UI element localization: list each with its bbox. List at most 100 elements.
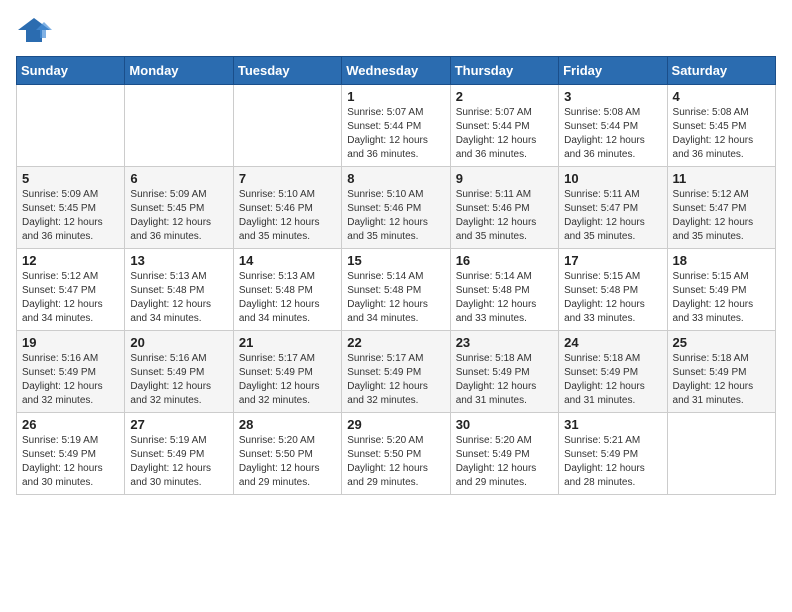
calendar-cell	[233, 85, 341, 167]
day-number: 12	[22, 253, 119, 268]
day-info: Sunrise: 5:12 AM Sunset: 5:47 PM Dayligh…	[673, 188, 770, 244]
day-info: Sunrise: 5:11 AM Sunset: 5:46 PM Dayligh…	[456, 188, 553, 244]
day-number: 28	[239, 417, 336, 432]
day-info: Sunrise: 5:17 AM Sunset: 5:49 PM Dayligh…	[347, 352, 444, 408]
day-number: 31	[564, 417, 661, 432]
day-info: Sunrise: 5:08 AM Sunset: 5:45 PM Dayligh…	[673, 106, 770, 162]
day-info: Sunrise: 5:18 AM Sunset: 5:49 PM Dayligh…	[673, 352, 770, 408]
day-info: Sunrise: 5:09 AM Sunset: 5:45 PM Dayligh…	[22, 188, 119, 244]
calendar-cell: 1 Sunrise: 5:07 AM Sunset: 5:44 PM Daylig…	[342, 85, 450, 167]
day-info: Sunrise: 5:20 AM Sunset: 5:50 PM Dayligh…	[347, 434, 444, 490]
day-number: 13	[130, 253, 227, 268]
day-number: 15	[347, 253, 444, 268]
page-header	[16, 16, 776, 44]
day-number: 4	[673, 89, 770, 104]
day-number: 11	[673, 171, 770, 186]
calendar-cell: 19 Sunrise: 5:16 AM Sunset: 5:49 PM Dayli…	[17, 331, 125, 413]
calendar-cell: 30Sunrise: 5:20 AM Sunset: 5:49 PM Dayli…	[450, 413, 558, 495]
weekday-header-row: SundayMondayTuesdayWednesdayThursdayFrid…	[17, 57, 776, 85]
day-number: 24	[564, 335, 661, 350]
day-info: Sunrise: 5:07 AM Sunset: 5:44 PM Dayligh…	[347, 106, 444, 162]
weekday-header-saturday: Saturday	[667, 57, 775, 85]
day-info: Sunrise: 5:10 AM Sunset: 5:46 PM Dayligh…	[347, 188, 444, 244]
calendar-cell: 8 Sunrise: 5:10 AM Sunset: 5:46 PM Daylig…	[342, 167, 450, 249]
day-info: Sunrise: 5:18 AM Sunset: 5:49 PM Dayligh…	[564, 352, 661, 408]
calendar-cell	[125, 85, 233, 167]
weekday-header-wednesday: Wednesday	[342, 57, 450, 85]
weekday-header-thursday: Thursday	[450, 57, 558, 85]
calendar-cell	[17, 85, 125, 167]
day-info: Sunrise: 5:08 AM Sunset: 5:44 PM Dayligh…	[564, 106, 661, 162]
day-info: Sunrise: 5:15 AM Sunset: 5:49 PM Dayligh…	[673, 270, 770, 326]
day-info: Sunrise: 5:15 AM Sunset: 5:48 PM Dayligh…	[564, 270, 661, 326]
calendar-cell	[667, 413, 775, 495]
day-number: 17	[564, 253, 661, 268]
day-info: Sunrise: 5:13 AM Sunset: 5:48 PM Dayligh…	[239, 270, 336, 326]
day-info: Sunrise: 5:12 AM Sunset: 5:47 PM Dayligh…	[22, 270, 119, 326]
day-info: Sunrise: 5:20 AM Sunset: 5:49 PM Dayligh…	[456, 434, 553, 490]
weekday-header-monday: Monday	[125, 57, 233, 85]
day-number: 27	[130, 417, 227, 432]
day-number: 8	[347, 171, 444, 186]
day-number: 19	[22, 335, 119, 350]
calendar-week-row: 12 Sunrise: 5:12 AM Sunset: 5:47 PM Dayli…	[17, 249, 776, 331]
calendar-cell: 22 Sunrise: 5:17 AM Sunset: 5:49 PM Dayli…	[342, 331, 450, 413]
calendar-cell: 18 Sunrise: 5:15 AM Sunset: 5:49 PM Dayli…	[667, 249, 775, 331]
calendar-cell: 26 Sunrise: 5:19 AM Sunset: 5:49 PM Dayli…	[17, 413, 125, 495]
day-number: 29	[347, 417, 444, 432]
logo	[16, 16, 56, 44]
day-info: Sunrise: 5:07 AM Sunset: 5:44 PM Dayligh…	[456, 106, 553, 162]
calendar-cell: 13 Sunrise: 5:13 AM Sunset: 5:48 PM Dayli…	[125, 249, 233, 331]
calendar-cell: 21 Sunrise: 5:17 AM Sunset: 5:49 PM Dayli…	[233, 331, 341, 413]
logo-icon	[16, 16, 52, 44]
calendar-week-row: 5 Sunrise: 5:09 AM Sunset: 5:45 PM Daylig…	[17, 167, 776, 249]
day-info: Sunrise: 5:13 AM Sunset: 5:48 PM Dayligh…	[130, 270, 227, 326]
calendar-cell: 4 Sunrise: 5:08 AM Sunset: 5:45 PM Daylig…	[667, 85, 775, 167]
day-number: 25	[673, 335, 770, 350]
calendar-cell: 27 Sunrise: 5:19 AM Sunset: 5:49 PM Dayli…	[125, 413, 233, 495]
day-info: Sunrise: 5:18 AM Sunset: 5:49 PM Dayligh…	[456, 352, 553, 408]
calendar-cell: 10Sunrise: 5:11 AM Sunset: 5:47 PM Dayli…	[559, 167, 667, 249]
calendar-cell: 14Sunrise: 5:13 AM Sunset: 5:48 PM Dayli…	[233, 249, 341, 331]
day-info: Sunrise: 5:10 AM Sunset: 5:46 PM Dayligh…	[239, 188, 336, 244]
day-info: Sunrise: 5:16 AM Sunset: 5:49 PM Dayligh…	[130, 352, 227, 408]
day-info: Sunrise: 5:19 AM Sunset: 5:49 PM Dayligh…	[130, 434, 227, 490]
day-number: 20	[130, 335, 227, 350]
calendar-cell: 9 Sunrise: 5:11 AM Sunset: 5:46 PM Daylig…	[450, 167, 558, 249]
day-number: 26	[22, 417, 119, 432]
weekday-header-sunday: Sunday	[17, 57, 125, 85]
calendar-week-row: 1 Sunrise: 5:07 AM Sunset: 5:44 PM Daylig…	[17, 85, 776, 167]
day-number: 9	[456, 171, 553, 186]
day-number: 3	[564, 89, 661, 104]
day-number: 5	[22, 171, 119, 186]
day-info: Sunrise: 5:14 AM Sunset: 5:48 PM Dayligh…	[456, 270, 553, 326]
calendar-cell: 6 Sunrise: 5:09 AM Sunset: 5:45 PM Daylig…	[125, 167, 233, 249]
calendar-cell: 20 Sunrise: 5:16 AM Sunset: 5:49 PM Dayli…	[125, 331, 233, 413]
day-number: 16	[456, 253, 553, 268]
day-info: Sunrise: 5:21 AM Sunset: 5:49 PM Dayligh…	[564, 434, 661, 490]
day-info: Sunrise: 5:19 AM Sunset: 5:49 PM Dayligh…	[22, 434, 119, 490]
day-number: 22	[347, 335, 444, 350]
calendar-table: SundayMondayTuesdayWednesdayThursdayFrid…	[16, 56, 776, 495]
day-number: 21	[239, 335, 336, 350]
calendar-cell: 15Sunrise: 5:14 AM Sunset: 5:48 PM Dayli…	[342, 249, 450, 331]
day-info: Sunrise: 5:09 AM Sunset: 5:45 PM Dayligh…	[130, 188, 227, 244]
day-info: Sunrise: 5:16 AM Sunset: 5:49 PM Dayligh…	[22, 352, 119, 408]
calendar-cell: 24 Sunrise: 5:18 AM Sunset: 5:49 PM Dayli…	[559, 331, 667, 413]
calendar-cell: 29 Sunrise: 5:20 AM Sunset: 5:50 PM Dayli…	[342, 413, 450, 495]
day-info: Sunrise: 5:17 AM Sunset: 5:49 PM Dayligh…	[239, 352, 336, 408]
calendar-cell: 16 Sunrise: 5:14 AM Sunset: 5:48 PM Dayli…	[450, 249, 558, 331]
day-number: 1	[347, 89, 444, 104]
weekday-header-tuesday: Tuesday	[233, 57, 341, 85]
calendar-cell: 2Sunrise: 5:07 AM Sunset: 5:44 PM Daylig…	[450, 85, 558, 167]
day-info: Sunrise: 5:20 AM Sunset: 5:50 PM Dayligh…	[239, 434, 336, 490]
calendar-cell: 3 Sunrise: 5:08 AM Sunset: 5:44 PM Daylig…	[559, 85, 667, 167]
day-number: 7	[239, 171, 336, 186]
day-number: 6	[130, 171, 227, 186]
calendar-cell: 31 Sunrise: 5:21 AM Sunset: 5:49 PM Dayli…	[559, 413, 667, 495]
calendar-cell: 25 Sunrise: 5:18 AM Sunset: 5:49 PM Dayli…	[667, 331, 775, 413]
day-number: 18	[673, 253, 770, 268]
calendar-cell: 11 Sunrise: 5:12 AM Sunset: 5:47 PM Dayli…	[667, 167, 775, 249]
day-number: 23	[456, 335, 553, 350]
calendar-cell: 28 Sunrise: 5:20 AM Sunset: 5:50 PM Dayli…	[233, 413, 341, 495]
